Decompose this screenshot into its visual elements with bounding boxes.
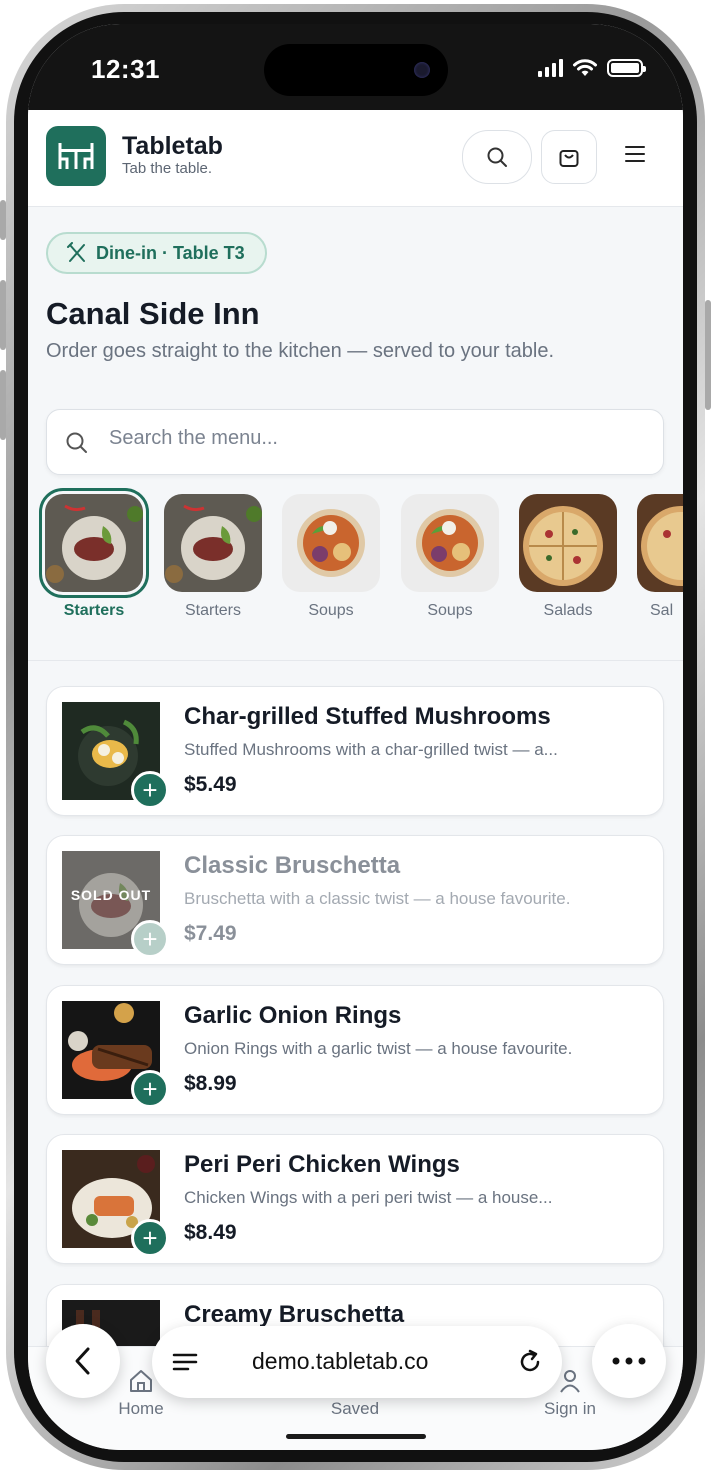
dine-in-label: Dine-in · Table T3 [96, 242, 245, 263]
category-carousel: Starters Starters Soups Soups Salads Sal [28, 488, 683, 620]
hamburger-menu-icon[interactable] [625, 146, 645, 167]
section-divider [28, 660, 683, 661]
item-price: $8.99 [184, 1072, 237, 1095]
add-to-cart-button-disabled: + [131, 920, 169, 958]
dine-in-chip: Dine-in · Table T3 [46, 232, 267, 274]
more-dots-icon [612, 1357, 646, 1365]
category-starters-2[interactable]: Starters [163, 494, 263, 620]
brand: Tabletab Tab the table. [122, 132, 223, 178]
volume-down-button [0, 370, 6, 440]
add-to-cart-button[interactable]: + [131, 1219, 169, 1257]
restaurant-name: Canal Side Inn [46, 296, 260, 331]
browser-more-button[interactable] [592, 1324, 666, 1398]
battery-icon [607, 59, 646, 77]
brand-tagline: Tab the table. [122, 160, 213, 177]
nav-home-label: Home [118, 1399, 164, 1418]
category-soups-1[interactable]: Soups [281, 494, 381, 620]
chevron-left-icon [75, 1347, 90, 1375]
cellular-signal-icon [538, 59, 563, 77]
wifi-icon [573, 59, 597, 76]
item-price: $5.49 [184, 773, 237, 796]
menu-item-card[interactable]: + Garlic Onion Rings Onion Rings with a … [46, 985, 664, 1115]
item-description: Bruschetta with a classic twist — a hous… [184, 889, 571, 908]
menu-search-box [46, 409, 664, 475]
item-name: Classic Bruschetta [184, 852, 401, 879]
brand-name: Tabletab [122, 132, 223, 160]
item-description: Onion Rings with a garlic twist — a hous… [184, 1039, 573, 1058]
menu-item-card-sold-out[interactable]: SOLD OUT + Classic Bruschetta Bruschetta… [46, 835, 664, 965]
item-name: Peri Peri Chicken Wings [184, 1151, 460, 1178]
camera-icon [414, 62, 430, 78]
category-label: Starters [184, 602, 241, 619]
dynamic-island [264, 44, 448, 96]
category-label: Soups [427, 602, 473, 619]
browser-back-button[interactable] [46, 1324, 120, 1398]
restaurant-subtitle: Order goes straight to the kitchen — ser… [46, 340, 555, 362]
add-to-cart-button[interactable]: + [131, 1070, 169, 1108]
category-starters-1[interactable]: Starters [39, 488, 149, 620]
category-thumbnail [519, 494, 617, 592]
action-button [0, 200, 6, 240]
page-menu-icon[interactable] [172, 1352, 198, 1372]
category-label: Starters [63, 602, 125, 619]
fork-knife-crossed-icon [67, 242, 85, 262]
item-price: $7.49 [184, 922, 237, 945]
status-bar: 12:31 [28, 24, 683, 110]
screen: 12:31 Tabletab Tab the table. Dine-in · … [28, 24, 683, 1450]
item-description: Stuffed Mushrooms with a char-grilled tw… [184, 740, 558, 759]
nav-sign-in-label: Sign in [544, 1399, 596, 1418]
category-soups-2[interactable]: Soups [400, 494, 500, 620]
status-icons [538, 58, 646, 78]
category-thumbnail [39, 488, 149, 598]
shopping-bag-icon [559, 150, 579, 167]
browser-url: demo.tabletab.co [252, 1348, 429, 1374]
app-header: Tabletab Tab the table. [28, 110, 683, 207]
menu-search-input[interactable] [107, 426, 631, 451]
item-name: Char-grilled Stuffed Mushrooms [184, 703, 551, 730]
volume-up-button [0, 280, 6, 350]
status-time: 12:31 [91, 54, 160, 84]
search-icon [487, 147, 507, 167]
add-to-cart-button[interactable]: + [131, 771, 169, 809]
power-button [705, 300, 711, 410]
category-label: Sal [650, 602, 674, 619]
category-thumbnail [637, 494, 683, 592]
category-thumbnail [164, 494, 262, 592]
search-button[interactable] [462, 130, 532, 184]
menu-item-card[interactable]: + Peri Peri Chicken Wings Chicken Wings … [46, 1134, 664, 1264]
category-salads-2[interactable]: Sal [636, 494, 683, 620]
reload-icon[interactable] [516, 1348, 544, 1376]
cart-button[interactable] [541, 130, 597, 184]
sold-out-badge: SOLD OUT [70, 887, 152, 903]
category-thumbnail [401, 494, 499, 592]
category-thumbnail [282, 494, 380, 592]
category-salads[interactable]: Salads [518, 494, 618, 620]
menu-item-card[interactable]: + Char-grilled Stuffed Mushrooms Stuffed… [46, 686, 664, 816]
item-price: $8.49 [184, 1221, 237, 1244]
category-label: Soups [308, 602, 354, 619]
nav-saved-label: Saved [330, 1399, 380, 1418]
home-icon [130, 1370, 152, 1392]
search-icon [66, 432, 87, 453]
home-indicator [286, 1434, 426, 1439]
item-name: Garlic Onion Rings [184, 1002, 402, 1029]
browser-address-bar[interactable]: demo.tabletab.co [152, 1326, 562, 1398]
item-name: Creamy Bruschetta [184, 1301, 405, 1328]
item-description: Chicken Wings with a peri peri twist — a… [184, 1188, 553, 1207]
table-chairs-icon [58, 143, 94, 169]
tabletab-logo[interactable] [46, 126, 106, 186]
category-label: Salads [543, 602, 593, 619]
